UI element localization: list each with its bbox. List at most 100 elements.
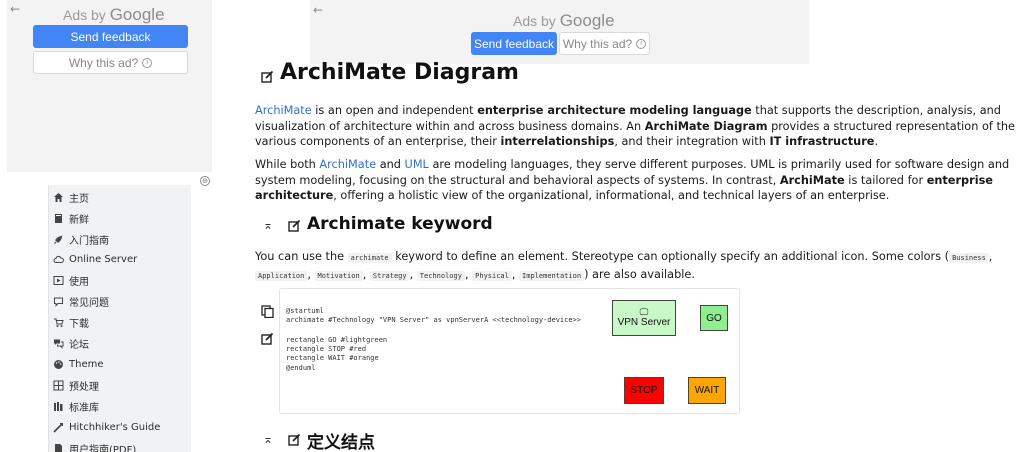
sidebar-item-home[interactable]: 主页 [53, 188, 89, 206]
guide-icon [53, 422, 64, 433]
forum-icon [53, 338, 64, 349]
code-line: rectangle GO #lightgreen [286, 336, 388, 344]
send-feedback-button[interactable]: Send feedback [471, 32, 557, 55]
google-text: Google [109, 5, 165, 24]
send-feedback-label: Send feedback [70, 29, 151, 44]
sidebar-item-preprocessing[interactable]: 预处理 [53, 376, 99, 394]
edit-code-icon[interactable] [261, 332, 274, 345]
keyword-paragraph: You can use the archimate keyword to def… [255, 250, 993, 281]
diagram-node-vpn-server: 🖵 VPN Server [612, 300, 676, 336]
edit-section-icon[interactable] [288, 433, 301, 446]
sidebar-item-label: 常见问题 [69, 297, 109, 309]
info-icon: i [142, 57, 153, 68]
why-this-ad-label: Why this ad? [562, 36, 633, 51]
sidebar-item-getting-started[interactable]: 入门指南 [53, 230, 109, 248]
sidebar-item-user-guide-pdf[interactable]: 用户指南(PDF) [53, 439, 136, 452]
palette-icon [53, 359, 64, 370]
why-this-ad-button[interactable]: Why this ad? i [559, 32, 650, 55]
intro-paragraph: ArchiMate is an open and independent ent… [255, 104, 1015, 148]
sidebar-item-faq[interactable]: 常见问题 [53, 292, 109, 310]
sidebar-item-label: Hitchhiker's Guide [69, 421, 161, 433]
sidebar-item-label: 用户指南(PDF) [69, 444, 137, 452]
collapse-section-icon[interactable]: ⌅ [263, 432, 273, 446]
rocket-icon [53, 234, 64, 245]
download-icon [53, 317, 64, 328]
comparison-paragraph: While both ArchiMate and UML are modelin… [255, 158, 1010, 202]
library-icon [53, 401, 64, 412]
sidebar-item-label: 标准库 [69, 402, 99, 414]
device-icon: 🖵 [639, 307, 649, 317]
archimate-link[interactable]: ArchiMate [319, 158, 376, 171]
sidebar-item-forum[interactable]: 论坛 [53, 334, 89, 352]
section-heading-archimate-keyword: Archimate keyword [307, 214, 493, 234]
home-icon [53, 192, 64, 203]
node-label: VPN Server [617, 317, 671, 328]
sidebar-item-label: 入门指南 [69, 235, 109, 247]
ad-back-arrow-icon[interactable]: ← [10, 3, 20, 15]
preprocess-icon [53, 380, 64, 391]
edit-section-icon[interactable] [288, 219, 301, 232]
inline-code: Application [255, 270, 308, 281]
sidebar-item-hitchhikers-guide[interactable]: Hitchhiker's Guide [53, 418, 160, 436]
node-label: STOP [630, 385, 658, 396]
diagram-node-stop: STOP [624, 377, 664, 404]
send-feedback-label: Send feedback [473, 36, 555, 51]
node-label: WAIT [694, 385, 720, 396]
code-line: archimate #Technology "VPN Server" as vp… [286, 316, 582, 324]
ads-by-google-label: Ads by Google [63, 5, 165, 25]
collapse-section-icon[interactable]: ⌅ [263, 218, 273, 232]
sidebar-item-label: 使用 [69, 276, 89, 288]
archimate-link[interactable]: ArchiMate [255, 104, 312, 117]
inline-code: archimate [347, 253, 392, 263]
inline-code: Motivation [314, 270, 363, 281]
sidebar-item-label: 下载 [69, 318, 89, 330]
sidebar-collapse-icon[interactable]: ⊖ [200, 176, 210, 186]
sidebar-item-online-server[interactable]: Online Server [53, 250, 137, 268]
node-label: GO [706, 312, 722, 324]
page-title: ArchiMate Diagram [280, 60, 519, 85]
why-this-ad-button[interactable]: Why this ad? i [33, 51, 188, 74]
sidebar-item-theme[interactable]: Theme [53, 355, 104, 373]
code-line: @enduml [286, 364, 316, 372]
inline-code: Business [949, 253, 989, 263]
sidebar-item-usage[interactable]: 使用 [53, 271, 89, 289]
sidebar-item-label: 新鲜 [69, 214, 89, 226]
sidebar-item-label: Online Server [69, 253, 138, 265]
send-feedback-button[interactable]: Send feedback [33, 25, 188, 48]
code-line: @startuml [286, 307, 324, 315]
sidebar: 主页 新鲜 入门指南 Online Server 使用 常见问题 下载 论坛 T… [48, 185, 191, 452]
code-line: rectangle STOP #red [286, 345, 367, 353]
ads-by-text: Ads by [513, 13, 556, 29]
uml-link[interactable]: UML [405, 158, 429, 171]
comment-icon [53, 296, 64, 307]
book-icon [53, 213, 64, 224]
copy-code-icon[interactable] [261, 305, 274, 318]
google-text: Google [559, 11, 615, 30]
sidebar-item-stdlib[interactable]: 标准库 [53, 397, 99, 415]
info-icon: i [636, 38, 647, 49]
edit-page-icon[interactable] [261, 70, 274, 83]
ads-by-text: Ads by [63, 7, 106, 23]
ad-back-arrow-icon[interactable]: ← [313, 4, 323, 16]
sidebar-item-label: 论坛 [69, 339, 89, 351]
inline-code: Physical [472, 270, 512, 281]
sidebar-item-label: 预处理 [69, 381, 99, 393]
ad-panel-left: ← Ads by Google Send feedback Why this a… [7, 0, 212, 172]
inline-code: Strategy [369, 270, 410, 281]
cloud-icon [53, 254, 64, 265]
code-line: rectangle WAIT #orange [286, 354, 379, 362]
diagram-node-wait: WAIT [688, 377, 726, 404]
section-heading-define-nodes: 定义结点 [307, 433, 375, 452]
inline-code: Implementation [519, 270, 585, 281]
inline-code: Technology [416, 270, 465, 281]
pdf-icon [53, 443, 64, 452]
sidebar-item-label: 主页 [69, 193, 89, 205]
play-icon [53, 275, 64, 286]
sidebar-item-download[interactable]: 下载 [53, 313, 89, 331]
ad-panel-top: ← Ads by Google Send feedback Why this a… [310, 0, 809, 64]
ads-by-google-label: Ads by Google [513, 11, 615, 31]
sidebar-item-label: Theme [69, 358, 104, 370]
diagram-node-go: GO [700, 305, 728, 331]
why-this-ad-label: Why this ad? [68, 55, 139, 70]
sidebar-item-whats-new[interactable]: 新鲜 [53, 209, 89, 227]
